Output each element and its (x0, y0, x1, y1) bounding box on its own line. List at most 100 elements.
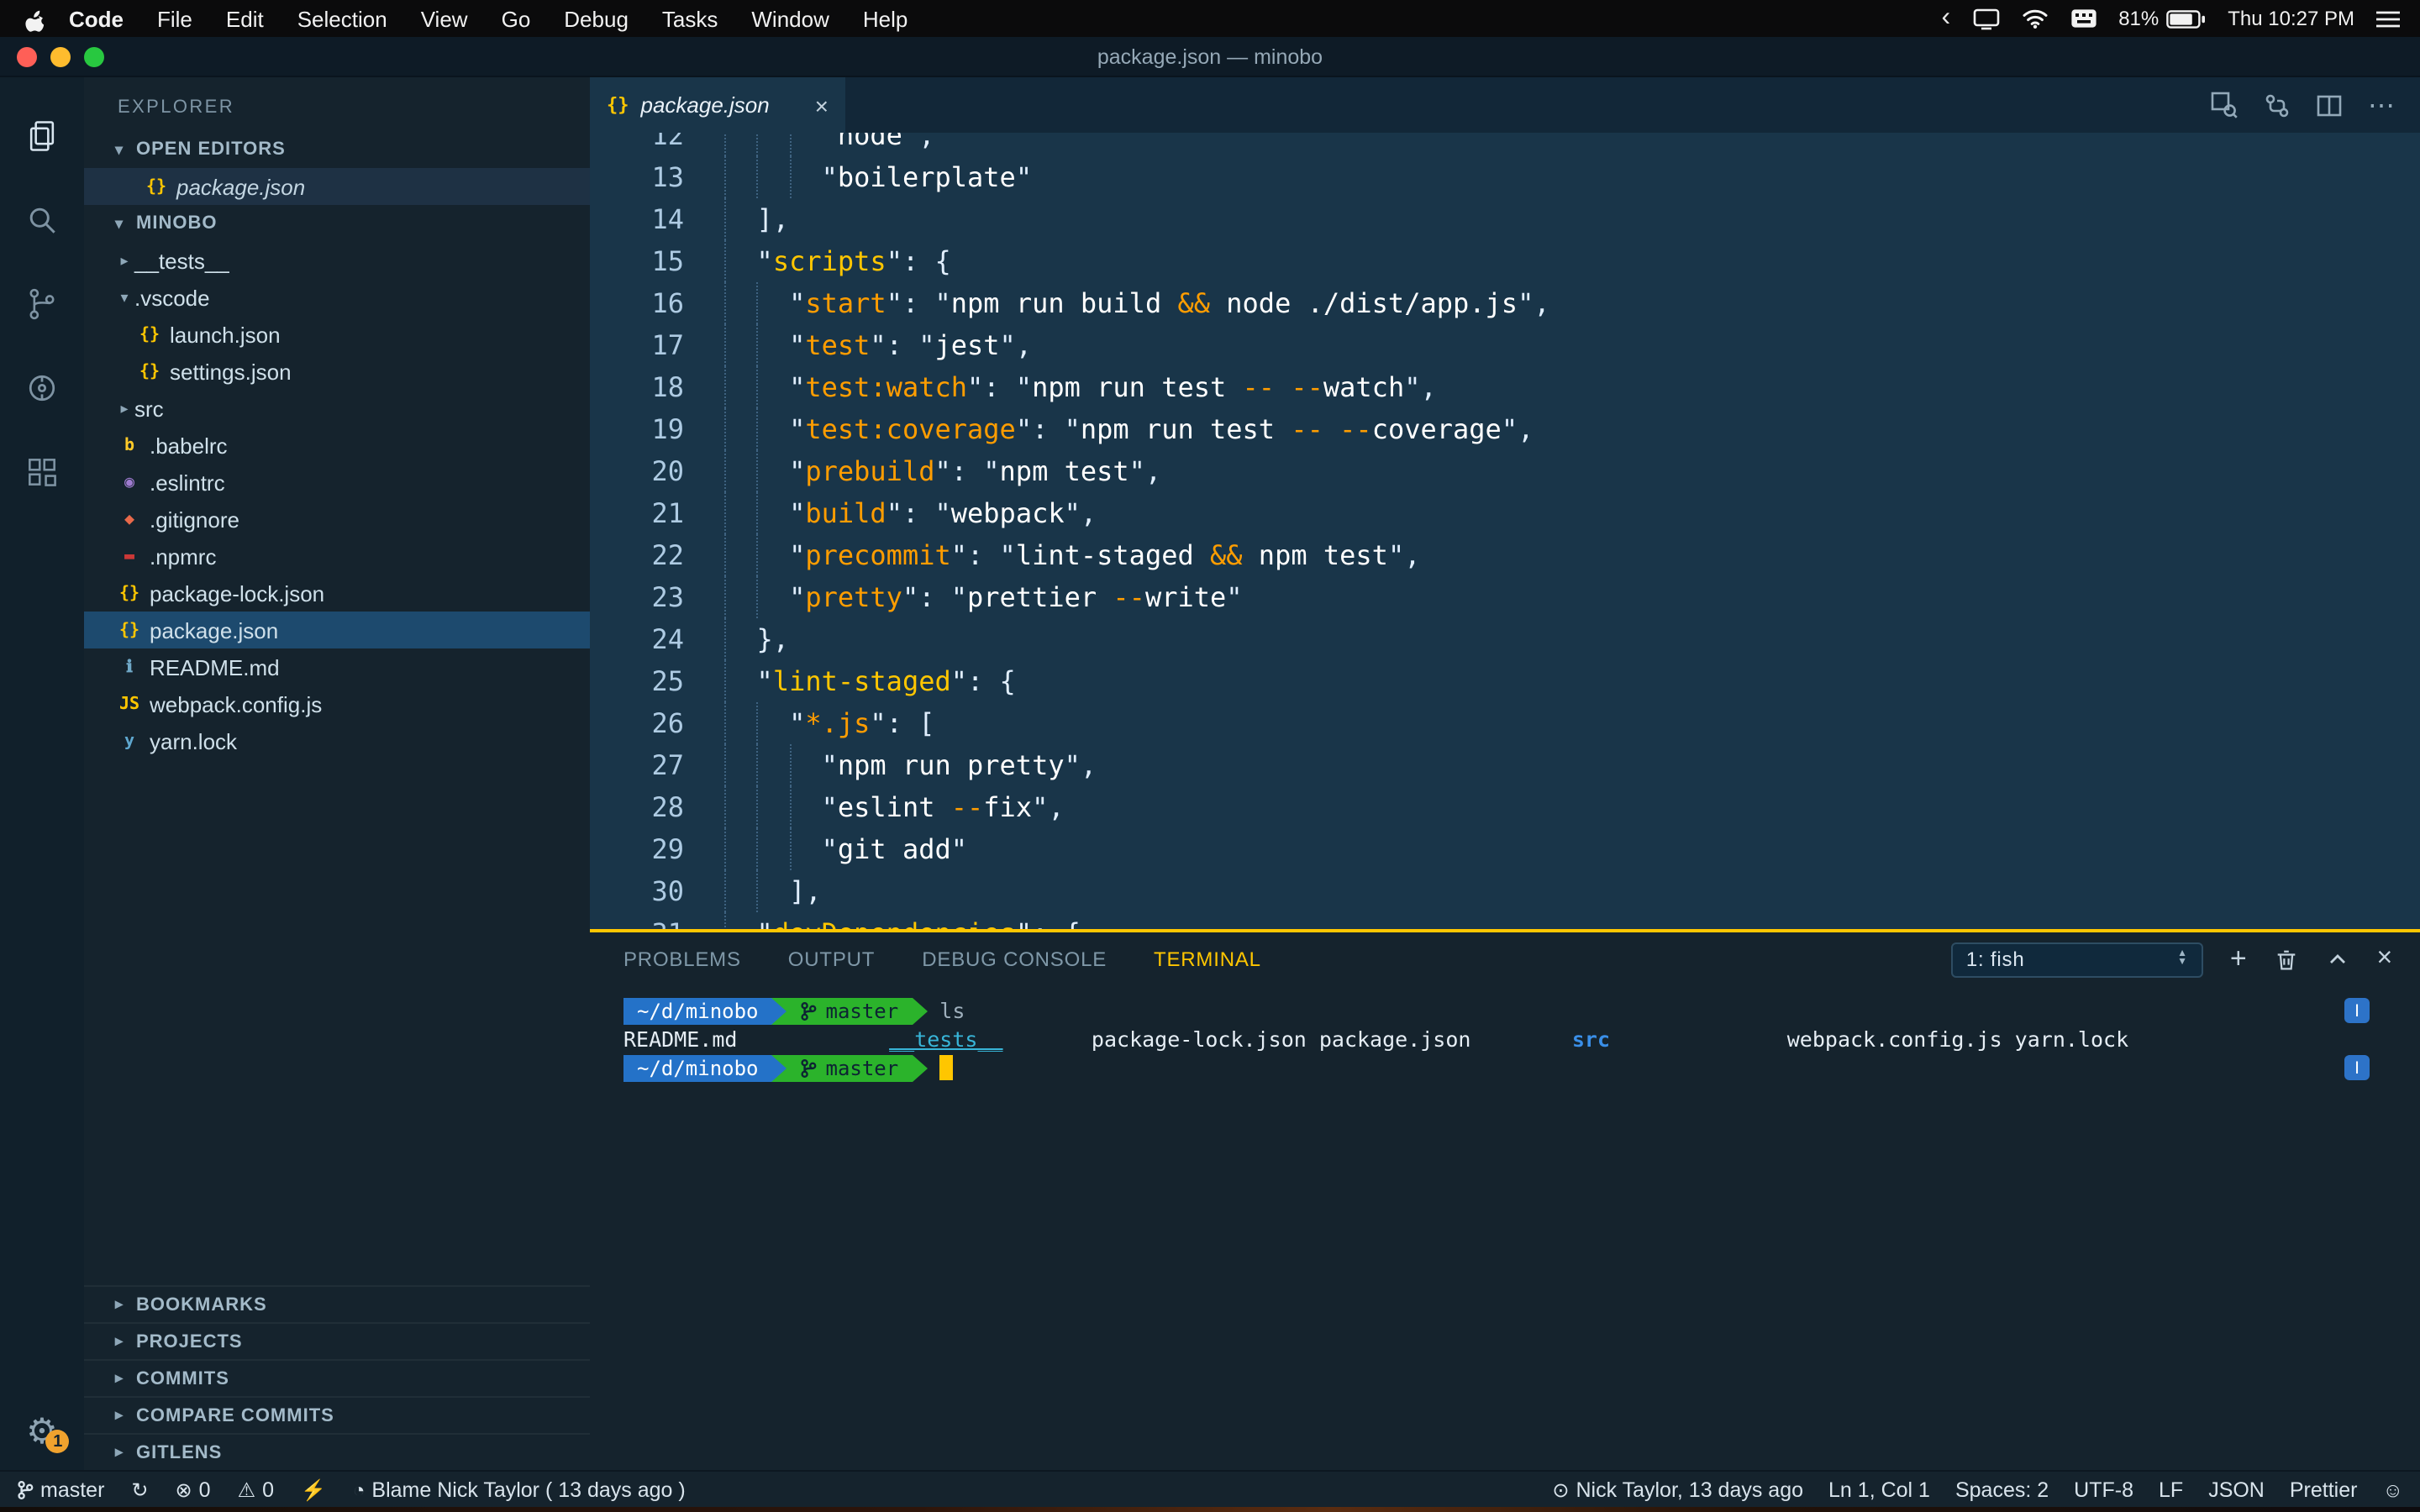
status-warnings[interactable]: ⚠0 (238, 1478, 274, 1501)
open-editor-package-json[interactable]: {}package.json (84, 168, 590, 205)
kill-terminal-icon[interactable] (2275, 947, 2300, 972)
code-line-20[interactable]: 20"prebuild": "npm test", (590, 450, 2420, 492)
menu-clock[interactable]: Thu 10:27 PM (2228, 7, 2354, 30)
maximize-panel-icon[interactable] (2327, 948, 2350, 971)
sidebar-section-projects[interactable]: ▸PROJECTS (84, 1322, 590, 1359)
tree-file-readme-md[interactable]: ℹREADME.md (84, 648, 590, 685)
sidebar-section-bookmarks[interactable]: ▸BOOKMARKS (84, 1285, 590, 1322)
tree-file-package-lock-json[interactable]: {}package-lock.json (84, 575, 590, 612)
tree-file-launch-json[interactable]: {}launch.json (84, 316, 590, 353)
code-line-14[interactable]: 14], (590, 198, 2420, 240)
status-commit-author[interactable]: ⊙Nick Taylor, 13 days ago (1552, 1478, 1803, 1501)
sidebar-section-gitlens[interactable]: ▸GITLENS (84, 1433, 590, 1470)
apple-menu-icon[interactable] (24, 6, 45, 31)
tree-file--babelrc[interactable]: b.babelrc (84, 427, 590, 464)
tree-file-package-json[interactable]: {}package.json (84, 612, 590, 648)
tree-folder--vscode[interactable]: ▾.vscode (84, 279, 590, 316)
open-editors-header[interactable]: ▾ OPEN EDITORS (84, 131, 590, 168)
settings-gear-icon[interactable]: ⚙ 1 (26, 1411, 58, 1453)
code-line-31[interactable]: 31"devDependencies": { (590, 912, 2420, 929)
status-cursor-position[interactable]: Ln 1, Col 1 (1828, 1478, 1930, 1501)
code-line-27[interactable]: 27"npm run pretty", (590, 744, 2420, 786)
code-line-29[interactable]: 29"git add" (590, 828, 2420, 870)
sidebar-section-commits[interactable]: ▸COMMITS (84, 1359, 590, 1396)
more-actions-icon[interactable]: ⋯ (2368, 88, 2396, 122)
code-line-16[interactable]: 16"start": "npm run build && node ./dist… (590, 282, 2420, 324)
tree-file--gitignore[interactable]: ◆.gitignore (84, 501, 590, 538)
explorer-icon[interactable] (0, 94, 84, 178)
status-feedback[interactable]: ☺ (2382, 1478, 2403, 1501)
menu-app[interactable]: Code (55, 6, 140, 31)
menu-help[interactable]: Help (846, 6, 925, 31)
code-line-21[interactable]: 21"build": "webpack", (590, 492, 2420, 534)
sidebar-section-compare-commits[interactable]: ▸COMPARE COMMITS (84, 1396, 590, 1433)
status-errors[interactable]: ⊗0 (176, 1478, 211, 1501)
minimize-window-button[interactable] (50, 46, 71, 66)
new-terminal-icon[interactable]: + (2230, 942, 2248, 976)
source-control-icon[interactable] (0, 262, 84, 346)
status-language-mode[interactable]: JSON (2208, 1478, 2265, 1501)
tree-file-settings-json[interactable]: {}settings.json (84, 353, 590, 390)
code-line-13[interactable]: 13"boilerplate" (590, 156, 2420, 198)
status-eol[interactable]: LF (2159, 1478, 2183, 1501)
menu-window[interactable]: Window (734, 6, 846, 31)
tree-file-webpack-config-js[interactable]: JSwebpack.config.js (84, 685, 590, 722)
close-panel-icon[interactable]: × (2377, 944, 2394, 974)
code-line-23[interactable]: 23"pretty": "prettier --write" (590, 576, 2420, 618)
code-line-28[interactable]: 28"eslint --fix", (590, 786, 2420, 828)
display-mirroring-icon[interactable] (1972, 8, 1999, 29)
chevron-left-icon[interactable]: ‹ (1942, 10, 1951, 27)
code-line-12[interactable]: 12"node", (590, 133, 2420, 156)
terminal[interactable]: ~/d/minobomaster lsIREADME.md __tests__ … (590, 986, 2420, 1470)
tree-folder--tests-[interactable]: ▸__tests__ (84, 242, 590, 279)
terminal-select[interactable]: 1: fish ▲▼ (1951, 942, 2203, 977)
menu-debug[interactable]: Debug (547, 6, 645, 31)
status-git-branch[interactable]: master (17, 1478, 104, 1501)
git-compare-icon[interactable] (2264, 92, 2291, 118)
code-line-30[interactable]: 30], (590, 870, 2420, 912)
input-source-icon[interactable] (2070, 8, 2096, 29)
panel-tab-debug-console[interactable]: DEBUG CONSOLE (922, 948, 1107, 971)
tree-folder-src[interactable]: ▸src (84, 390, 590, 427)
open-changes-icon[interactable] (2210, 91, 2238, 119)
status-gitlens-mode[interactable]: ⚡ (301, 1478, 326, 1501)
search-icon[interactable] (0, 178, 84, 262)
status-gitlens-blame[interactable]: ◔Blame Nick Taylor ( 13 days ago ) (353, 1478, 686, 1501)
tree-file--npmrc[interactable]: ▬.npmrc (84, 538, 590, 575)
status-sync[interactable]: ↻ (131, 1478, 148, 1501)
menu-view[interactable]: View (404, 6, 485, 31)
menu-edit[interactable]: Edit (209, 6, 281, 31)
panel-tab-terminal[interactable]: TERMINAL (1154, 948, 1261, 971)
status-indentation[interactable]: Spaces: 2 (1955, 1478, 2049, 1501)
code-line-18[interactable]: 18"test:watch": "npm run test -- --watch… (590, 366, 2420, 408)
zoom-window-button[interactable] (84, 46, 104, 66)
code-editor[interactable]: 12"node",13"boilerplate"14],15"scripts":… (590, 133, 2420, 929)
code-line-25[interactable]: 25"lint-staged": { (590, 660, 2420, 702)
code-line-26[interactable]: 26"*.js": [ (590, 702, 2420, 744)
tree-file--eslintrc[interactable]: ◉.eslintrc (84, 464, 590, 501)
battery-indicator[interactable]: 81% (2118, 7, 2206, 30)
menu-go[interactable]: Go (485, 6, 548, 31)
status-formatter[interactable]: Prettier (2290, 1478, 2358, 1501)
close-tab-icon[interactable]: × (815, 92, 829, 118)
panel-tab-output[interactable]: OUTPUT (788, 948, 875, 971)
extensions-icon[interactable] (0, 430, 84, 514)
wifi-icon[interactable] (2021, 8, 2048, 29)
notification-center-icon[interactable] (2376, 9, 2400, 28)
close-window-button[interactable] (17, 46, 37, 66)
menu-selection[interactable]: Selection (281, 6, 404, 31)
menu-tasks[interactable]: Tasks (645, 6, 734, 31)
tab-package-json[interactable]: {} package.json × (590, 77, 845, 133)
code-line-15[interactable]: 15"scripts": { (590, 240, 2420, 282)
tree-file-yarn-lock[interactable]: yyarn.lock (84, 722, 590, 759)
code-line-22[interactable]: 22"precommit": "lint-staged && npm test"… (590, 534, 2420, 576)
project-header[interactable]: ▾ MINOBO (84, 205, 590, 242)
debug-icon[interactable] (0, 346, 84, 430)
code-line-19[interactable]: 19"test:coverage": "npm run test -- --co… (590, 408, 2420, 450)
split-editor-icon[interactable] (2316, 92, 2343, 118)
code-line-17[interactable]: 17"test": "jest", (590, 324, 2420, 366)
status-encoding[interactable]: UTF-8 (2074, 1478, 2133, 1501)
panel-tab-problems[interactable]: PROBLEMS (623, 948, 741, 971)
code-line-24[interactable]: 24}, (590, 618, 2420, 660)
menu-file[interactable]: File (140, 6, 209, 31)
